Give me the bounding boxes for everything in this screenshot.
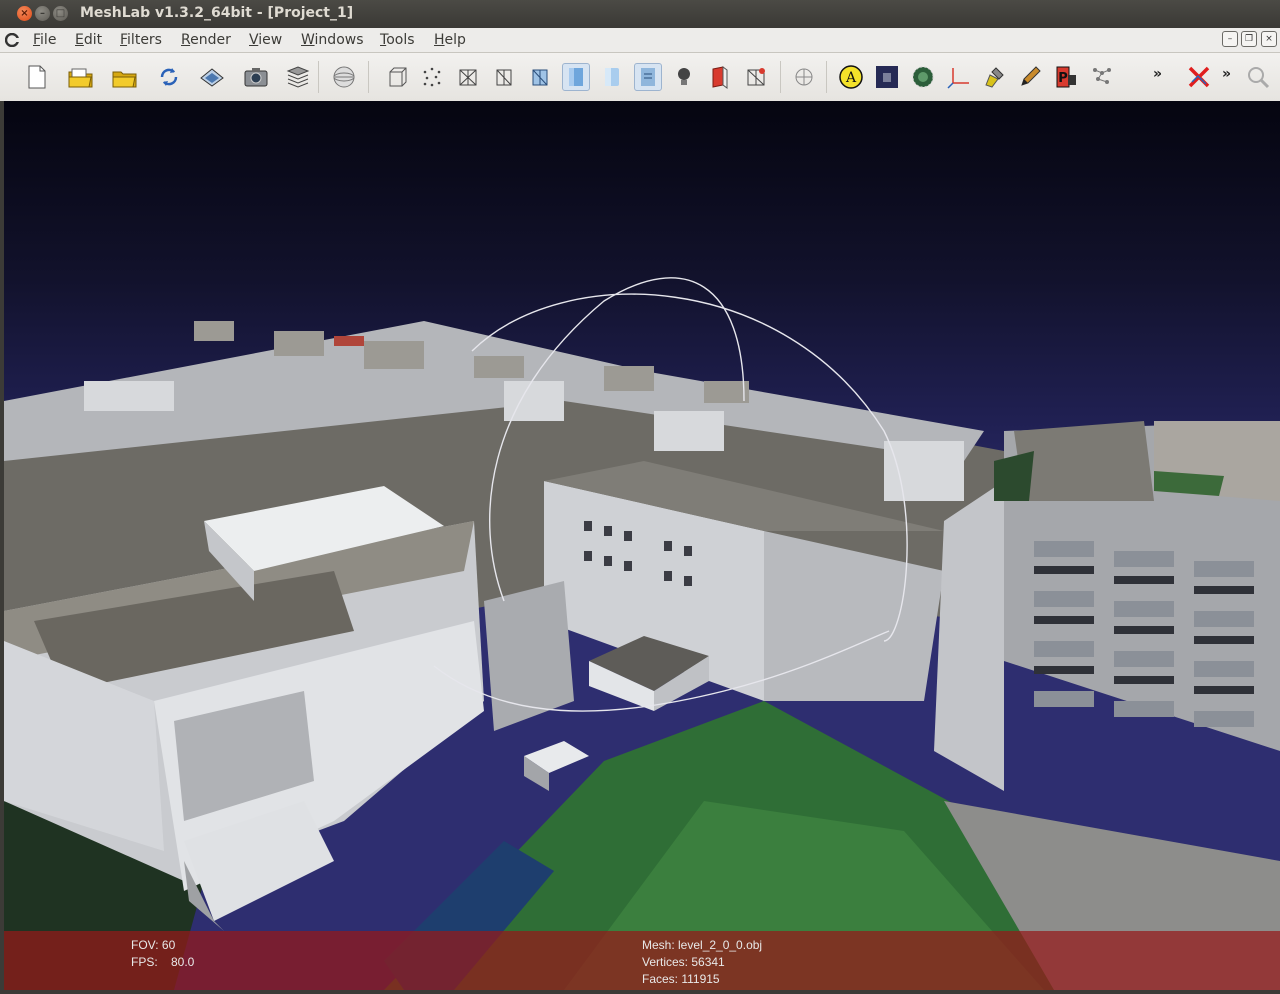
window-title: MeshLab v1.3.2_64bit - [Project_1] bbox=[80, 5, 354, 21]
mesh-name: Mesh: level_2_0_0.obj bbox=[642, 938, 763, 952]
points-icon[interactable] bbox=[418, 63, 446, 91]
snapshot-icon[interactable] bbox=[242, 63, 270, 91]
window-border bbox=[0, 990, 1280, 994]
vertex-count: Vertices: 56341 bbox=[642, 955, 725, 969]
hidden-lines-icon[interactable] bbox=[490, 63, 518, 91]
flat-icon[interactable] bbox=[562, 63, 590, 91]
toolbar-separator bbox=[368, 61, 369, 93]
align-axes-icon[interactable] bbox=[945, 63, 973, 91]
render-viewport[interactable] bbox=[4, 101, 1280, 990]
face-count: Faces: 111915 bbox=[642, 972, 720, 986]
close-window-button[interactable]: × bbox=[17, 6, 32, 21]
title-bar: × – □ MeshLab v1.3.2_64bit - [Project_1] bbox=[0, 0, 1280, 28]
light-icon[interactable] bbox=[670, 63, 698, 91]
maximize-window-button[interactable]: □ bbox=[53, 6, 68, 21]
menu-tools[interactable]: Tools bbox=[380, 32, 415, 48]
menu-filters[interactable]: Filters bbox=[120, 32, 162, 48]
toolbar-separator bbox=[780, 61, 781, 93]
open-mesh-icon[interactable] bbox=[111, 63, 139, 91]
fov-readout: FOV: 60 bbox=[131, 938, 176, 952]
minimize-window-button[interactable]: – bbox=[35, 6, 50, 21]
mdi-close-button[interactable]: × bbox=[1261, 31, 1277, 47]
menu-view[interactable]: View bbox=[249, 32, 282, 48]
layers-icon[interactable] bbox=[284, 63, 312, 91]
menu-windows[interactable]: Windows bbox=[301, 32, 364, 48]
wireframe-icon[interactable] bbox=[454, 63, 482, 91]
meshlab-logo-icon bbox=[5, 33, 19, 47]
window-border bbox=[0, 101, 4, 994]
sphere-icon[interactable] bbox=[909, 63, 937, 91]
delete-icon[interactable] bbox=[1185, 63, 1213, 91]
mesh-render bbox=[4, 277, 1280, 990]
toolbar-overflow-button[interactable]: » bbox=[1153, 66, 1162, 82]
search-icon[interactable] bbox=[1244, 63, 1272, 91]
new-project-icon[interactable] bbox=[23, 63, 51, 91]
toolbar: A P » » bbox=[0, 53, 1280, 102]
menu-edit[interactable]: Edit bbox=[75, 32, 102, 48]
toolbar-separator bbox=[826, 61, 827, 93]
axis-icon[interactable] bbox=[790, 63, 818, 91]
select-vertices-icon[interactable] bbox=[1088, 63, 1116, 91]
svg-text:A: A bbox=[845, 70, 857, 86]
bounding-box-icon[interactable] bbox=[383, 63, 411, 91]
toolbar-overflow-button[interactable]: » bbox=[1222, 66, 1231, 82]
reload-icon[interactable] bbox=[155, 63, 183, 91]
smooth-icon[interactable] bbox=[598, 63, 626, 91]
fps-value: 80.0 bbox=[171, 955, 195, 969]
double-side-icon[interactable] bbox=[706, 63, 734, 91]
pencil-icon[interactable] bbox=[1016, 63, 1044, 91]
menu-bar: File Edit Filters Render View Windows To… bbox=[0, 28, 1280, 53]
trackball-icon[interactable] bbox=[330, 63, 358, 91]
menu-render[interactable]: Render bbox=[181, 32, 231, 48]
annotation-icon[interactable]: A bbox=[837, 63, 865, 91]
pick-points-icon[interactable]: P bbox=[1052, 63, 1080, 91]
texture-icon[interactable] bbox=[634, 63, 662, 91]
fancy-lighting-icon[interactable] bbox=[742, 63, 770, 91]
info-overlay: FOV: 60 FPS: 80.0 Mesh: level_2_0_0.obj … bbox=[4, 931, 1280, 990]
open-project-icon[interactable] bbox=[67, 63, 95, 91]
raster-icon[interactable] bbox=[873, 63, 901, 91]
paint-icon[interactable] bbox=[980, 63, 1008, 91]
mdi-minimize-button[interactable]: – bbox=[1222, 31, 1238, 47]
menu-file[interactable]: File bbox=[33, 32, 56, 48]
toolbar-separator bbox=[318, 61, 319, 93]
mdi-restore-button[interactable]: ❐ bbox=[1241, 31, 1257, 47]
flat-lines-icon[interactable] bbox=[526, 63, 554, 91]
menu-help[interactable]: Help bbox=[434, 32, 466, 48]
fps-label: FPS: bbox=[131, 955, 158, 969]
svg-text:P: P bbox=[1058, 71, 1068, 86]
save-icon[interactable] bbox=[198, 63, 226, 91]
